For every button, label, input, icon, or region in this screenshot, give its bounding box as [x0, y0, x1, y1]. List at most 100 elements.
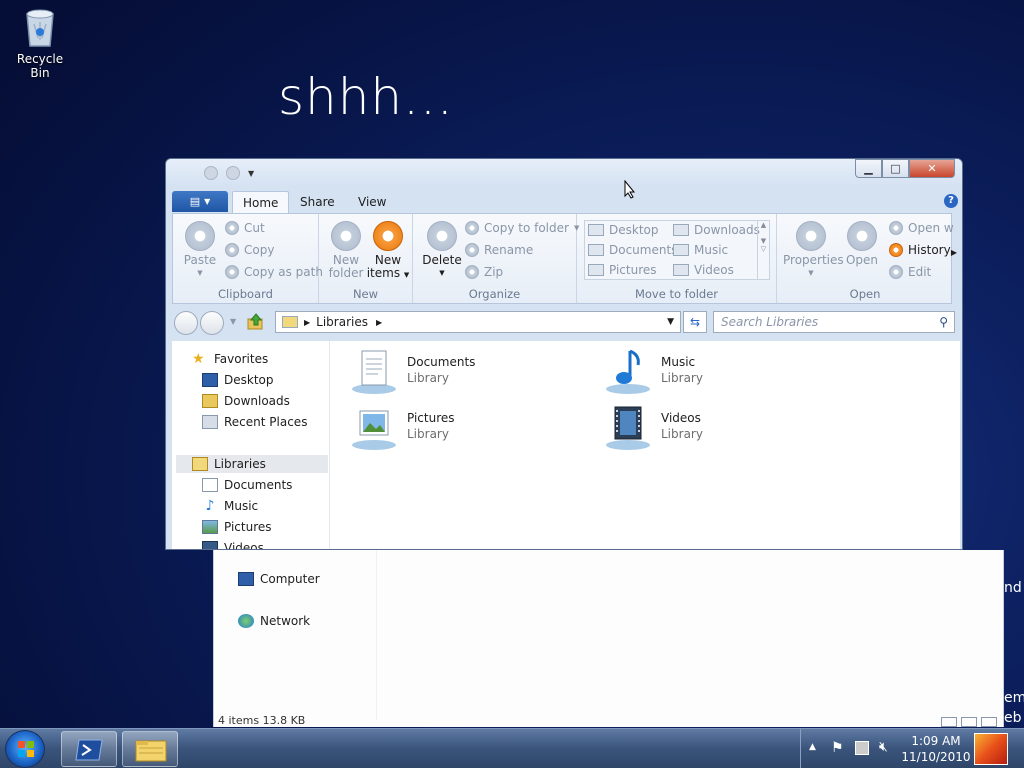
copy-label: Copy [244, 243, 275, 257]
zip-button[interactable]: Zip [465, 265, 503, 279]
nav-item-videos[interactable]: Videos [202, 541, 264, 549]
move-to-downloads-item[interactable]: Downloads [673, 223, 760, 237]
close-button[interactable]: ✕ [909, 159, 955, 178]
open-button[interactable]: Open [839, 221, 885, 267]
move-to-downloads-label: Downloads [694, 223, 760, 237]
open-with-button[interactable]: Open w [889, 221, 954, 235]
recycle-bin-shortcut[interactable]: Recycle Bin [8, 6, 72, 80]
downloads-icon [202, 394, 218, 408]
file-menu-button[interactable]: ▤ ▼ [172, 191, 228, 212]
folder-icon [135, 740, 167, 762]
new-folder-button[interactable]: New folder [323, 221, 369, 280]
delete-button[interactable]: Delete ▼ [419, 221, 465, 280]
history-button[interactable]: History [889, 243, 951, 257]
title-bar[interactable]: ▼ ▁ □ ✕ [166, 159, 962, 187]
nav-pictures-label: Pictures [224, 520, 272, 534]
library-tile-documents[interactable]: Documents Library [350, 347, 475, 395]
move-to-documents-item[interactable]: Documents [588, 243, 677, 257]
tab-home[interactable]: Home [232, 191, 290, 213]
nav-favorites[interactable]: ★ Favorites [192, 352, 268, 366]
tab-share[interactable]: Share [290, 191, 345, 213]
open-icon [847, 221, 877, 251]
file-menu-icon: ▤ [189, 195, 201, 208]
show-desktop-button[interactable] [974, 733, 1008, 765]
search-input[interactable]: Search Libraries ⚲ [713, 311, 955, 333]
open-with-icon [889, 221, 903, 235]
library-tile-music[interactable]: Music Library [604, 347, 703, 395]
nav-item-documents[interactable]: Documents [202, 478, 292, 492]
quick-access-new-folder-button[interactable] [226, 166, 240, 180]
explorer-content: ★ Favorites Desktop Downloads Recent Plac… [172, 341, 960, 549]
ribbon-panel: Paste ▼ Cut Copy Copy as path Clipboard N… [172, 213, 957, 304]
show-hidden-icons-icon[interactable]: ▲ [809, 742, 816, 752]
minimize-button[interactable]: ▁ [855, 159, 882, 178]
move-to-desktop-item[interactable]: Desktop [588, 223, 659, 237]
copy-to-folder-button[interactable]: Copy to folder ▼ [465, 221, 579, 235]
move-to-pictures-item[interactable]: Pictures [588, 263, 657, 277]
quick-access-properties-button[interactable] [204, 166, 218, 180]
taskbar-explorer-button[interactable] [122, 731, 178, 767]
breadcrumb-libraries[interactable]: Libraries [316, 315, 368, 329]
address-dropdown-icon[interactable]: ▼ [667, 317, 674, 327]
copy-as-path-button[interactable]: Copy as path [225, 265, 323, 279]
edit-button[interactable]: Edit [889, 265, 931, 279]
address-separator-icon[interactable]: ▶ [376, 318, 382, 327]
volume-muted-icon[interactable]: 🔇︎ [879, 739, 888, 755]
view-toggle-group [941, 717, 997, 727]
library-tile-videos[interactable]: Videos Library [604, 403, 703, 451]
ribbon-overflow-icon[interactable]: ▶ [951, 248, 957, 257]
cut-icon [225, 221, 239, 235]
pictures-icon [588, 264, 604, 276]
nav-libraries[interactable]: Libraries [192, 457, 266, 471]
copy-button[interactable]: Copy [225, 243, 274, 257]
paste-button[interactable]: Paste ▼ [177, 221, 223, 280]
start-button[interactable] [5, 730, 45, 768]
taskbar-powershell-button[interactable] [61, 731, 117, 767]
explorer-window-lower-pane: Computer Network 4 items 13.8 KB [213, 550, 1004, 727]
nav-network[interactable]: Network [238, 614, 310, 628]
videos-icon [202, 541, 218, 549]
back-button[interactable] [174, 311, 198, 335]
nav-item-downloads[interactable]: Downloads [202, 394, 290, 408]
nav-item-desktop[interactable]: Desktop [202, 373, 274, 387]
move-to-videos-item[interactable]: Videos [673, 263, 734, 277]
tiles-view-button[interactable] [981, 717, 997, 727]
move-to-music-item[interactable]: Music [673, 243, 728, 257]
refresh-button[interactable]: ⇆ [683, 311, 707, 333]
network-status-icon[interactable] [855, 741, 869, 755]
status-bar-text: 4 items 13.8 KB [218, 714, 306, 727]
large-icons-view-button[interactable] [961, 717, 977, 727]
nav-item-pictures[interactable]: Pictures [202, 520, 272, 534]
gallery-scroll-control[interactable]: ▲ ▼ ▽ [757, 221, 769, 279]
recent-locations-icon[interactable]: ▼ [230, 317, 236, 326]
explorer-window: ▼ ▁ □ ✕ ▤ ▼ Home Share View ? Paste ▼ Cut … [165, 158, 963, 550]
nav-item-music[interactable]: ♪ Music [202, 499, 259, 513]
edit-icon [889, 265, 903, 279]
nav-item-recent-places[interactable]: Recent Places [202, 415, 307, 429]
address-input[interactable]: ▶ Libraries ▶ ▼ [275, 311, 681, 333]
library-pictures-name: Pictures [407, 411, 455, 425]
action-center-flag-icon[interactable]: ⚑ [831, 740, 844, 756]
rename-button[interactable]: Rename [465, 243, 533, 257]
tab-view[interactable]: View [348, 191, 396, 213]
network-icon [238, 614, 254, 628]
new-items-label: New items [366, 253, 402, 280]
copy-to-folder-icon [465, 221, 479, 235]
clock-date: 11/10/2010 [901, 750, 971, 764]
properties-button[interactable]: Properties ▼ [783, 221, 844, 280]
help-icon[interactable]: ? [944, 194, 958, 208]
delete-icon [427, 221, 457, 251]
maximize-button[interactable]: □ [882, 159, 909, 178]
details-view-button[interactable] [941, 717, 957, 727]
system-clock[interactable]: 1:09 AM 11/10/2010 [901, 733, 971, 765]
music-icon [673, 244, 689, 256]
library-tile-pictures[interactable]: Pictures Library [350, 403, 455, 451]
powershell-icon [75, 739, 103, 761]
new-items-button[interactable]: New items ▼ [365, 221, 411, 282]
nav-computer[interactable]: Computer [238, 572, 320, 586]
quick-access-dropdown-icon[interactable]: ▼ [248, 169, 254, 178]
cut-button[interactable]: Cut [225, 221, 265, 235]
up-folder-button[interactable] [247, 313, 265, 331]
library-documents-name: Documents [407, 355, 476, 369]
forward-button[interactable] [200, 311, 224, 335]
